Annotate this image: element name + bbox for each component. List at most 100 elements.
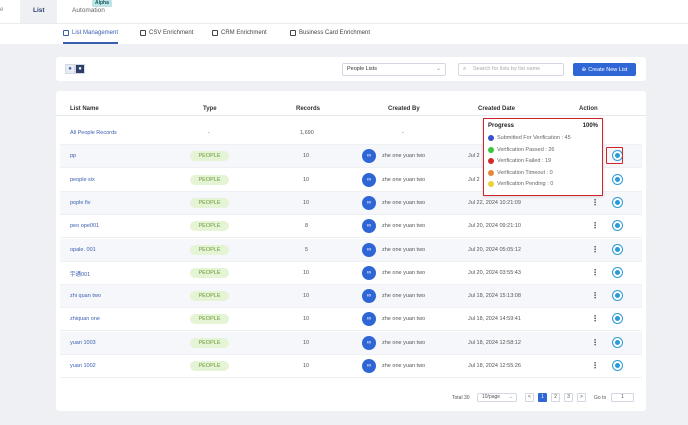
status-dot-icon: [488, 135, 494, 141]
tab-list[interactable]: List: [20, 0, 57, 23]
table-row[interactable]: yuan 1003 PEOPLE 10 ∞ zhe one yuan two Jul 18…: [60, 331, 642, 355]
progress-icon[interactable]: [613, 244, 622, 254]
users-icon: [212, 30, 218, 36]
page-size-select[interactable]: 10/page ⌄: [477, 393, 517, 402]
file-icon: [140, 30, 146, 36]
progress-icon[interactable]: [613, 221, 622, 231]
type-badge: PEOPLE: [190, 291, 229, 302]
table-row[interactable]: yuan 1002 PEOPLE 10 ∞ zhe one yuan two Jul 18…: [60, 355, 642, 378]
progress-tooltip: Progress 100% Submitted For Verification…: [483, 118, 603, 196]
list-name-link[interactable]: pp: [70, 153, 76, 159]
chevron-down-icon: ⌄: [508, 394, 513, 400]
more-options-icon[interactable]: ⋮: [591, 243, 599, 257]
more-options-icon[interactable]: ⋮: [591, 266, 599, 280]
list-name-link[interactable]: zhiquan one: [70, 316, 100, 322]
progress-stat-label: Verification Pending : 0: [497, 181, 554, 187]
type-badge: PEOPLE: [190, 337, 229, 348]
people-view-icon[interactable]: ●: [75, 64, 85, 74]
type-badge: PEOPLE: [190, 197, 229, 208]
avatar: ∞: [362, 172, 376, 187]
subtab-list-management[interactable]: List Management: [63, 30, 119, 44]
subtab-csv-enrichment[interactable]: CSV Enrichment: [140, 30, 193, 36]
avatar: ∞: [362, 195, 376, 210]
list-name-link[interactable]: opale. 001: [70, 247, 96, 253]
progress-stat-label: Verification Passed : 26: [497, 146, 555, 153]
list-name-link[interactable]: peo ope001: [70, 223, 99, 229]
next-page-button[interactable]: >: [577, 393, 586, 402]
records-value: 10: [303, 269, 310, 276]
records-value: 5: [305, 246, 309, 253]
top-nav: e List Automation Alpha: [0, 0, 688, 23]
status-dot-icon: [488, 146, 494, 153]
progress-icon[interactable]: [613, 174, 622, 184]
created-date: Jul 22, 2024 10:21:09: [468, 199, 521, 206]
progress-icon[interactable]: [613, 267, 622, 277]
more-options-icon[interactable]: ⋮: [591, 196, 599, 210]
status-dot-icon: [488, 169, 494, 176]
type-badge: PEOPLE: [190, 361, 229, 371]
subtab-label: CRM Enrichment: [221, 30, 267, 36]
progress-icon[interactable]: [613, 337, 622, 347]
tooltip-percent: 100%: [582, 123, 598, 129]
table-row[interactable]: opale. 001 PEOPLE 5 ∞ zhe one yuan two Jul 20…: [60, 238, 642, 262]
col-action: Action: [579, 106, 598, 112]
subtab-business-card-enrichment[interactable]: Business Card Enrichment: [290, 30, 370, 36]
list-name-link[interactable]: yuan 1003: [70, 340, 96, 346]
page-3-button[interactable]: 3: [564, 393, 573, 402]
list-name-link[interactable]: 宇通001: [70, 270, 90, 278]
person-view-icon[interactable]: ●: [65, 64, 75, 74]
progress-stat: Verification Failed : 19: [488, 158, 551, 164]
search-icon: ⌕: [463, 66, 467, 72]
table-row[interactable]: 宇通001 PEOPLE 10 ∞ zhe one yuan two Jul 20, 20…: [60, 262, 642, 285]
progress-icon[interactable]: [613, 291, 622, 301]
list-name-link[interactable]: All People Records: [70, 130, 117, 136]
type-badge: PEOPLE: [190, 174, 229, 185]
col-type: Type: [203, 106, 217, 112]
table-row[interactable]: peo ope001 PEOPLE 8 ∞ zhe one yuan two Jul 20…: [60, 215, 642, 239]
list-name-link[interactable]: pople fiv: [70, 200, 91, 206]
table-row[interactable]: zhiquan one PEOPLE 10 ∞ zhe one yuan two Jul …: [60, 308, 642, 332]
tab-automation[interactable]: Automation: [72, 7, 105, 14]
progress-icon[interactable]: [613, 314, 622, 324]
subtab-crm-enrichment[interactable]: CRM Enrichment: [212, 30, 267, 36]
col-created-by: Created By: [388, 106, 420, 112]
status-dot-icon: [488, 181, 494, 187]
home-icon[interactable]: e: [0, 7, 5, 16]
goto-page-input[interactable]: 1: [611, 393, 634, 402]
creator-name: zhe one yuan two: [382, 363, 426, 369]
created-date: Jul 20, 2024 03:55:43: [468, 269, 521, 276]
more-options-icon[interactable]: ⋮: [591, 359, 599, 373]
list-name-link[interactable]: yuan 1002: [70, 363, 96, 369]
more-options-icon[interactable]: ⋮: [591, 336, 599, 350]
avatar: ∞: [362, 359, 376, 373]
progress-stat: Submitted For Verification : 45: [488, 135, 571, 141]
prev-page-button[interactable]: <: [525, 393, 534, 402]
creator-name: zhe one yuan two: [382, 199, 426, 206]
progress-icon[interactable]: [613, 197, 622, 207]
more-options-icon[interactable]: ⋮: [591, 219, 599, 233]
tab-list-label: List: [33, 7, 45, 14]
search-input[interactable]: ⌕ Search for lists by list name: [458, 63, 564, 76]
create-new-list-button[interactable]: ⊕ Create New List: [573, 63, 636, 76]
filter-bar: ● ● People Lists ⌄ ⌕ Search for lists by…: [56, 57, 646, 81]
list-name-link[interactable]: people six: [70, 177, 95, 183]
list-type-select[interactable]: People Lists ⌄: [342, 63, 446, 76]
page-2-button[interactable]: 2: [551, 393, 560, 402]
progress-stat-label: Submitted For Verification : 45: [497, 135, 571, 141]
avatar: ∞: [362, 265, 376, 280]
more-options-icon[interactable]: ⋮: [591, 289, 599, 303]
records-value: 1,690: [300, 130, 314, 136]
more-options-icon[interactable]: ⋮: [591, 312, 599, 326]
search-placeholder: Search for lists by list name: [473, 66, 541, 72]
creator-name: -: [402, 130, 404, 136]
sub-tabs: List Management CSV Enrichment CRM Enric…: [0, 23, 688, 44]
created-date: Jul 18, 2024 14:59:41: [468, 316, 521, 323]
type-badge: PEOPLE: [190, 314, 229, 325]
table-row[interactable]: zhi quan two PEOPLE 10 ∞ zhe one yuan two Jul…: [60, 285, 642, 309]
progress-icon[interactable]: [613, 361, 622, 370]
list-name-link[interactable]: zhi quan two: [70, 293, 101, 299]
page-1-button[interactable]: 1: [538, 393, 547, 402]
status-dot-icon: [488, 158, 494, 164]
records-value: 10: [303, 199, 310, 206]
tooltip-title: Progress: [488, 123, 515, 129]
